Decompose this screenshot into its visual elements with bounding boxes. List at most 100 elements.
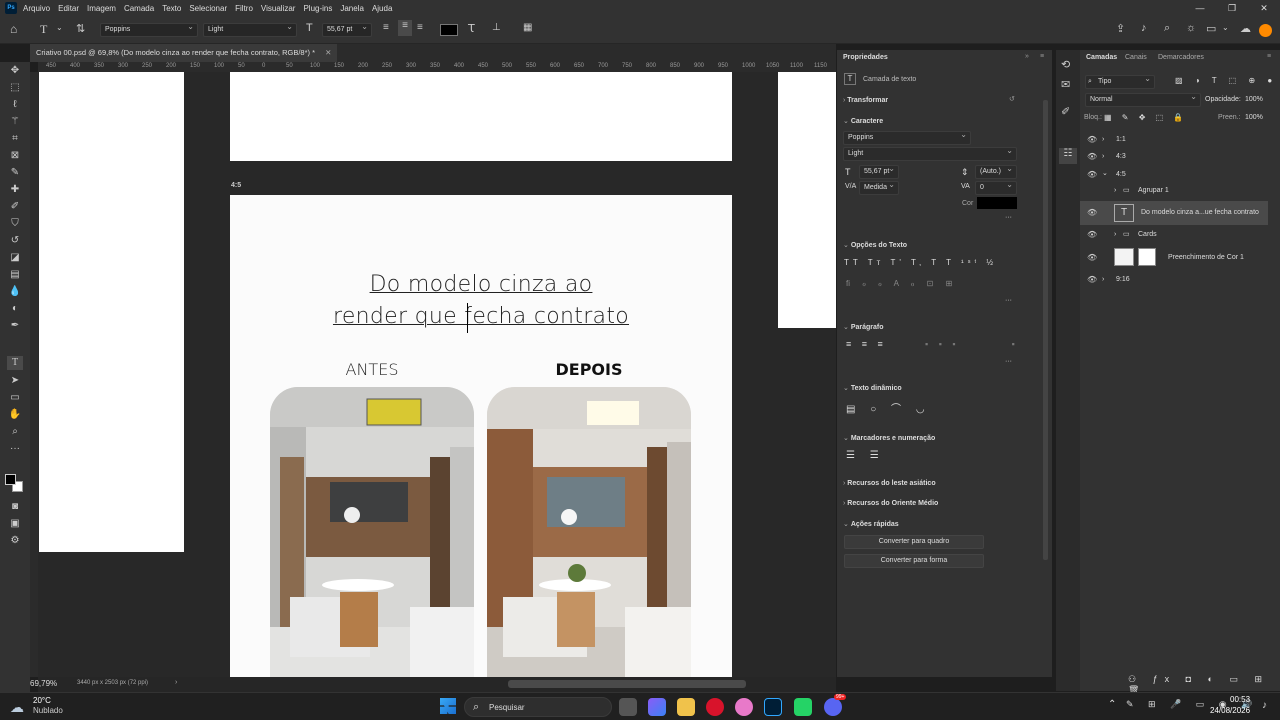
- text-3d-icon[interactable]: ⊥: [492, 22, 501, 33]
- search-bar[interactable]: ⌕ Pesquisar: [464, 697, 612, 717]
- rectangle-tool-icon[interactable]: ▭: [7, 391, 23, 405]
- quick-actions-section[interactable]: Ações rápidas: [843, 520, 899, 528]
- panel-menu-icon[interactable]: ≡: [1267, 53, 1271, 60]
- font-family-dropdown[interactable]: Poppins: [843, 129, 971, 145]
- type-tool-icon[interactable]: T: [7, 356, 23, 370]
- color-swatch[interactable]: [977, 197, 1017, 209]
- path-select-icon[interactable]: ➤: [7, 374, 23, 388]
- artboard-1-1[interactable]: [39, 72, 184, 552]
- layer-filter-icons[interactable]: ▨ ◑ T ⬚ ⊕ ●: [1175, 76, 1277, 85]
- eye-icon[interactable]: 👁: [1087, 254, 1097, 262]
- gradient-tool-icon[interactable]: ▤: [7, 268, 23, 282]
- cloud-icon[interactable]: ☁: [1240, 22, 1251, 35]
- home-icon[interactable]: ⌂: [10, 22, 17, 36]
- minimize-icon[interactable]: —: [1184, 0, 1216, 16]
- history-brush-icon[interactable]: ↺: [7, 234, 23, 248]
- type-tool-icon[interactable]: T: [40, 22, 47, 37]
- marquee-tool-icon[interactable]: ⬚: [7, 81, 23, 95]
- eye-icon[interactable]: 👁: [1087, 276, 1097, 284]
- frame-tool-icon[interactable]: ⊠: [7, 149, 23, 163]
- blur-tool-icon[interactable]: 💧: [7, 285, 23, 299]
- justify-buttons[interactable]: ▪ ▪ ▪ ▪: [925, 339, 1019, 349]
- comments-icon[interactable]: ✉: [1061, 78, 1070, 91]
- align-right-icon[interactable]: ≡: [417, 22, 423, 33]
- tab-demarcadores[interactable]: Demarcadores: [1158, 54, 1204, 61]
- text-options-section[interactable]: Opções do Texto: [843, 241, 907, 249]
- text-color-swatch[interactable]: [440, 24, 458, 36]
- pen-tool-icon[interactable]: ✒: [7, 319, 23, 333]
- crop-tool-icon[interactable]: ⌗: [7, 132, 23, 146]
- menu-plugins[interactable]: Plug-ins: [303, 4, 332, 13]
- chevron-right-icon[interactable]: ›: [1102, 153, 1104, 160]
- align-center-icon[interactable]: ≡: [398, 20, 412, 36]
- bullet-buttons[interactable]: ☰ ☰: [846, 450, 885, 461]
- artboard-4-3[interactable]: [230, 72, 732, 161]
- task-view-icon[interactable]: [619, 698, 637, 716]
- eyedropper-icon[interactable]: ✎: [7, 166, 23, 180]
- collapse-icon[interactable]: »: [1025, 53, 1029, 60]
- dodge-tool-icon[interactable]: ◐: [7, 302, 23, 316]
- close-icon[interactable]: ✕: [1248, 0, 1280, 16]
- more-options-icon[interactable]: ···: [1005, 358, 1012, 365]
- more-tools-icon[interactable]: ···: [7, 442, 23, 456]
- headline-line-2[interactable]: render que fecha contrato: [230, 304, 732, 329]
- layer-filter-dropdown[interactable]: ⌕ Tipo: [1085, 73, 1155, 89]
- menu-editar[interactable]: Editar: [58, 4, 79, 13]
- chevron-down-icon[interactable]: ⌄: [1222, 23, 1229, 32]
- workspace-icon[interactable]: ▭: [1206, 22, 1216, 35]
- magic-wand-icon[interactable]: ⚚: [7, 115, 23, 129]
- weather-temp[interactable]: 20°C: [33, 696, 51, 705]
- menu-selecionar[interactable]: Selecionar: [189, 4, 227, 13]
- chevron-down-icon[interactable]: ⌄: [1102, 169, 1108, 177]
- whatsapp-icon[interactable]: [794, 698, 812, 716]
- close-tab-icon[interactable]: ✕: [325, 48, 331, 57]
- lasso-tool-icon[interactable]: ℓ: [7, 98, 23, 112]
- before-render-image[interactable]: [270, 387, 474, 677]
- chevron-right-icon[interactable]: ›: [1114, 231, 1116, 238]
- healing-brush-icon[interactable]: ✚: [7, 183, 23, 197]
- chevron-right-icon[interactable]: ›: [1102, 276, 1104, 283]
- scrollbar-thumb[interactable]: [508, 680, 746, 688]
- chevron-right-icon[interactable]: ›: [175, 679, 177, 686]
- history-icon[interactable]: ⟲: [1061, 58, 1070, 71]
- artboard-4-5[interactable]: Do modelo cinza ao render que fecha cont…: [230, 195, 732, 677]
- adjustments-icon[interactable]: ☷: [1059, 148, 1077, 164]
- search-icon[interactable]: ⌕: [1164, 22, 1170, 35]
- restore-icon[interactable]: ❐: [1216, 0, 1248, 16]
- layer-row-selected[interactable]: 👁 T Do modelo cinza a...ue fecha contrat…: [1080, 201, 1268, 225]
- eye-icon[interactable]: 👁: [1087, 231, 1097, 239]
- tab-canais[interactable]: Canais: [1125, 54, 1147, 61]
- menu-janela[interactable]: Janela: [340, 4, 364, 13]
- eye-icon[interactable]: 👁: [1087, 153, 1097, 161]
- chevron-up-icon[interactable]: ⌃: [1108, 699, 1116, 710]
- zoom-tool-icon[interactable]: ⌕: [7, 425, 23, 439]
- chevron-down-icon[interactable]: ⌄: [56, 23, 63, 32]
- layer-row[interactable]: 👁 › 9:16: [1080, 270, 1268, 292]
- convert-frame-button[interactable]: Converter para quadro: [844, 535, 984, 549]
- tracking-dropdown[interactable]: 0: [975, 179, 1017, 195]
- notification-bell-icon[interactable]: ♪: [1262, 700, 1267, 711]
- warp-text-icon[interactable]: Ꚍ: [468, 22, 475, 35]
- more-options-icon[interactable]: ···: [1005, 214, 1012, 221]
- tab-camadas[interactable]: Camadas: [1086, 54, 1117, 61]
- orientation-icon[interactable]: ⇅: [76, 22, 85, 35]
- lock-icons[interactable]: ▦ ✎ ✥ ⬚ 🔒: [1104, 113, 1187, 122]
- convert-shape-button[interactable]: Converter para forma: [844, 554, 984, 568]
- paragraph-section[interactable]: Parágrafo: [843, 323, 884, 331]
- panel-menu-icon[interactable]: ≡: [1040, 53, 1044, 60]
- menu-texto[interactable]: Texto: [162, 4, 181, 13]
- more-options-icon[interactable]: ···: [1005, 297, 1012, 304]
- chevron-right-icon[interactable]: ›: [1114, 187, 1116, 194]
- east-asian-section[interactable]: Recursos do leste asiático: [843, 480, 935, 487]
- paragraph-align-buttons[interactable]: ≡ ≡ ≡: [846, 339, 887, 349]
- opacity-value[interactable]: 100%: [1245, 96, 1263, 103]
- artboard-9-16[interactable]: [778, 72, 836, 328]
- file-explorer-icon[interactable]: [677, 698, 695, 716]
- menu-arquivo[interactable]: Arquivo: [23, 4, 50, 13]
- headline-line-1[interactable]: Do modelo cinza ao: [230, 272, 732, 297]
- opera-icon[interactable]: [706, 698, 724, 716]
- photoshop-logo[interactable]: Ps: [5, 2, 17, 14]
- font-size-select[interactable]: 55,67 pt: [322, 21, 372, 37]
- character-panel-icon[interactable]: ▦: [523, 22, 532, 33]
- font-family-select[interactable]: Poppins: [100, 21, 198, 37]
